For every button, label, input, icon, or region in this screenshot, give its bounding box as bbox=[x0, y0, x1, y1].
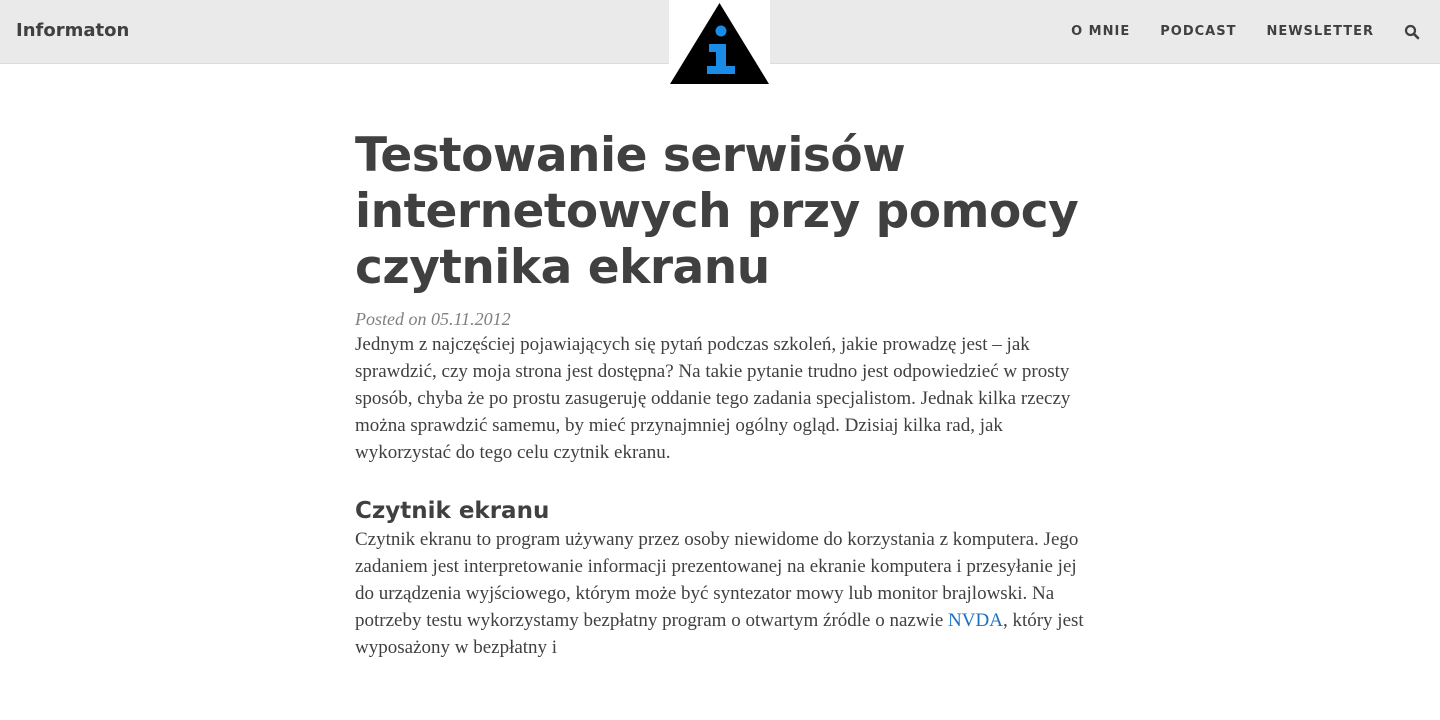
site-logo[interactable] bbox=[669, 0, 770, 90]
nav-link-podcast[interactable]: PODCAST bbox=[1160, 22, 1236, 42]
post-date: Posted on 05.11.2012 bbox=[355, 309, 511, 329]
nvda-link[interactable]: NVDA bbox=[948, 610, 1003, 631]
search-icon[interactable] bbox=[1404, 24, 1420, 40]
nav-link-o-mnie[interactable]: O MNIE bbox=[1071, 22, 1130, 42]
post-title: Testowanie serwisów internetowych przy p… bbox=[355, 128, 1079, 295]
main-nav: O MNIE PODCAST NEWSLETTER bbox=[1071, 22, 1420, 42]
nav-link-newsletter[interactable]: NEWSLETTER bbox=[1266, 22, 1374, 42]
section-heading: Czytnik ekranu bbox=[355, 498, 550, 524]
post-body: Jednym z najczęściej pojawiających się p… bbox=[355, 331, 1090, 661]
blog-post: Testowanie serwisów internetowych przy p… bbox=[355, 128, 1090, 661]
body-paragraph: Czytnik ekranu to program używany przez … bbox=[355, 526, 1090, 661]
site-brand-link[interactable]: Informaton bbox=[16, 20, 129, 42]
top-navbar: Informaton O MNIE PODCAST NEWSLETTER bbox=[0, 0, 1440, 90]
intro-paragraph: Jednym z najczęściej pojawiających się p… bbox=[355, 334, 1071, 463]
info-triangle-logo-icon bbox=[670, 3, 769, 84]
